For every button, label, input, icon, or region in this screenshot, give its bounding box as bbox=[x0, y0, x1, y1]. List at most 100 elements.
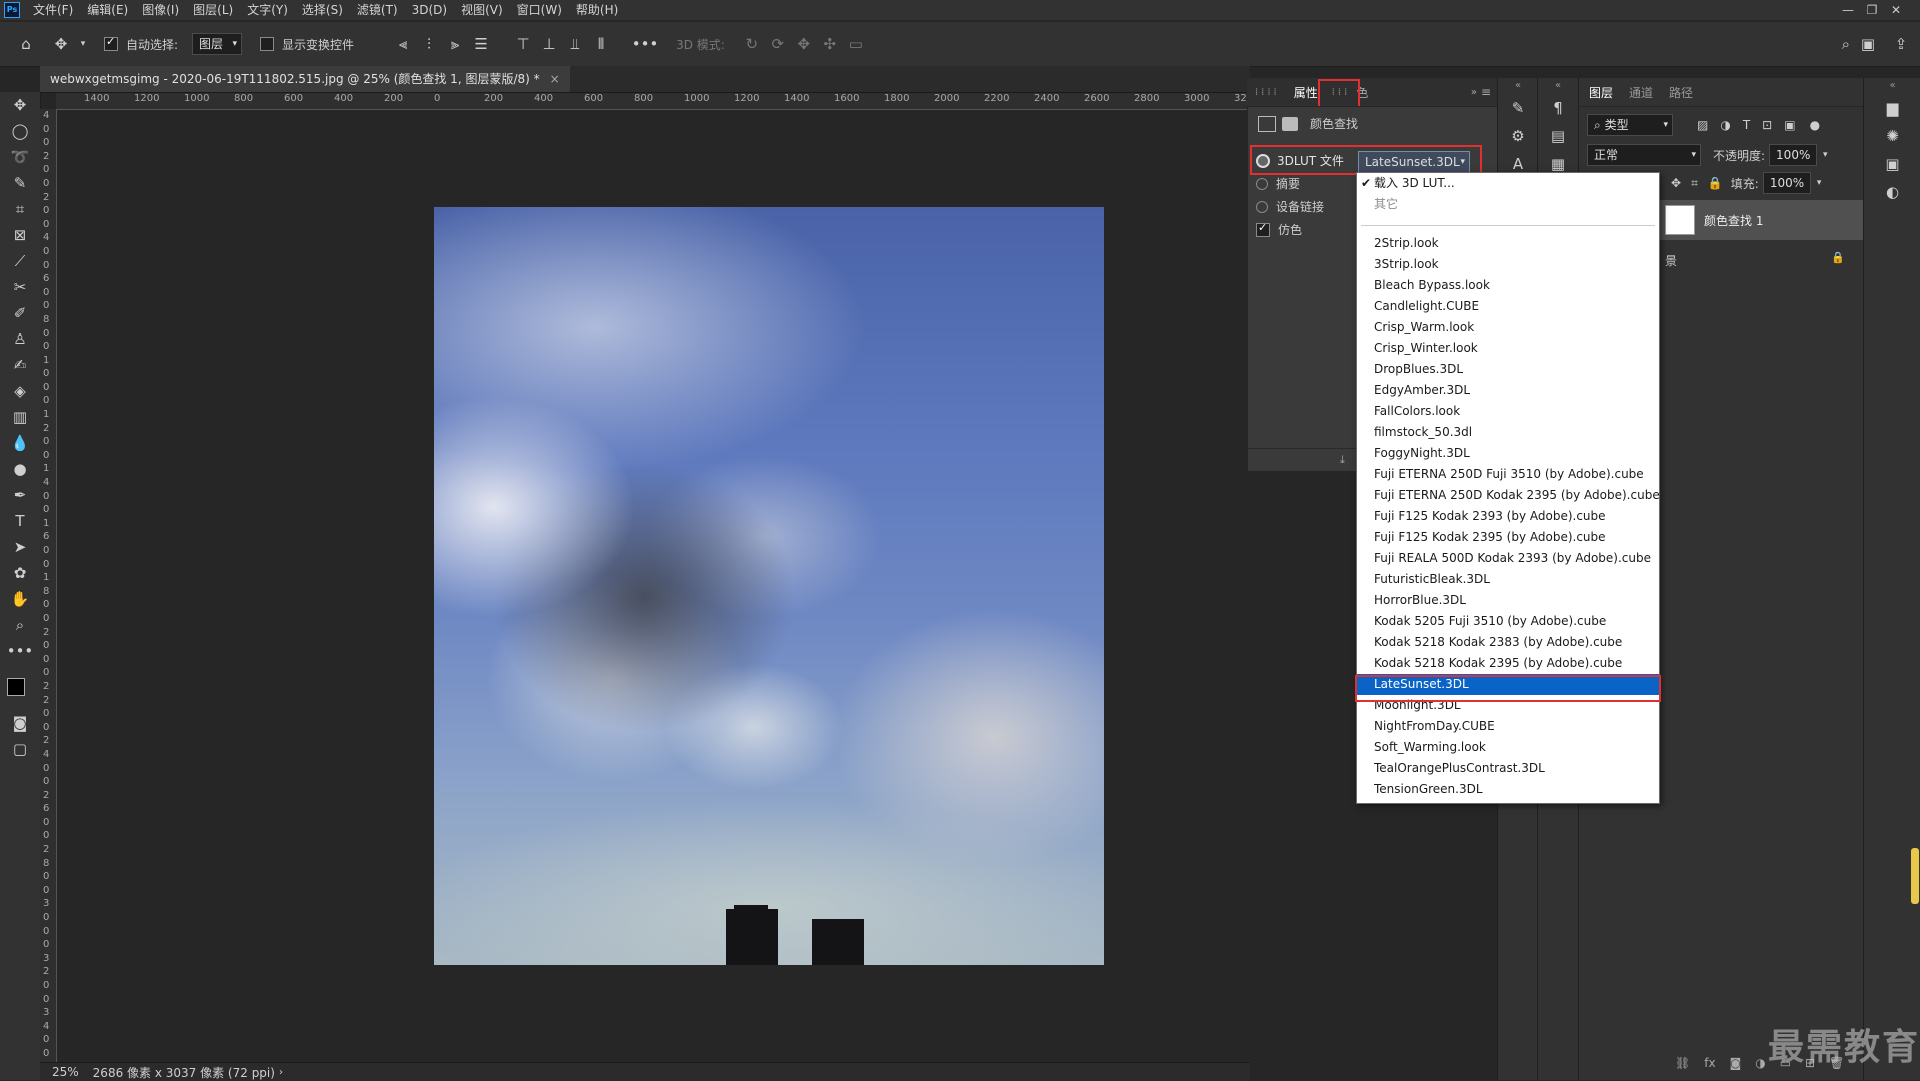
dropdown-item-load[interactable]: ✔ 载入 3D LUT... bbox=[1357, 173, 1659, 194]
3d-camera-icon[interactable]: ▭ bbox=[843, 35, 869, 53]
lock-artboard-icon[interactable]: ⌗ bbox=[1691, 176, 1698, 191]
align-top-icon[interactable]: ⊤ bbox=[510, 35, 536, 53]
menu-select[interactable]: 选择(S) bbox=[295, 0, 350, 20]
dropdown-item-lut[interactable]: FallColors.look bbox=[1357, 401, 1659, 422]
menu-edit[interactable]: 编辑(E) bbox=[80, 0, 135, 20]
chevron-down-icon[interactable]: ▾ bbox=[1823, 150, 1828, 160]
align-middle-icon[interactable]: ⊥ bbox=[536, 35, 562, 53]
chevron-down-icon[interactable]: ▾ bbox=[1817, 178, 1822, 188]
chevron-right-icon[interactable]: › bbox=[279, 1067, 283, 1078]
dropdown-item-lut[interactable]: 2Strip.look bbox=[1357, 233, 1659, 254]
menu-layer[interactable]: 图层(L) bbox=[186, 0, 240, 20]
color-icon[interactable]: ◐ bbox=[1864, 178, 1920, 206]
3d-pan-icon[interactable]: ✥ bbox=[791, 35, 817, 53]
filter-type-icon[interactable]: T bbox=[1743, 118, 1750, 132]
fill-input[interactable]: 100% bbox=[1762, 172, 1811, 194]
brush-settings-icon[interactable]: ✎ bbox=[1498, 94, 1538, 122]
scrollbar-thumb[interactable] bbox=[1911, 848, 1919, 904]
dropdown-item-lut[interactable]: Crisp_Warm.look bbox=[1357, 317, 1659, 338]
workspace-icon[interactable]: ▣ bbox=[1850, 35, 1886, 53]
filter-toggle-icon[interactable]: ● bbox=[1810, 118, 1820, 132]
tab-channels[interactable]: 通道 bbox=[1629, 84, 1653, 101]
dropdown-item-lut[interactable]: filmstock_50.3dl bbox=[1357, 422, 1659, 443]
menu-image[interactable]: 图像(I) bbox=[135, 0, 186, 20]
zoom-level[interactable]: 25% bbox=[52, 1065, 79, 1079]
menu-file[interactable]: 文件(F) bbox=[26, 0, 80, 20]
libraries-icon[interactable]: ▤ bbox=[1538, 122, 1578, 150]
menu-filter[interactable]: 滤镜(T) bbox=[350, 0, 405, 20]
add-mask-icon[interactable]: ◙ bbox=[1730, 1056, 1742, 1070]
dropdown-item-lut[interactable]: FoggyNight.3DL bbox=[1357, 443, 1659, 464]
type-tool-icon[interactable]: T bbox=[0, 508, 40, 534]
abstract-radio[interactable] bbox=[1256, 177, 1268, 190]
mask-icon[interactable] bbox=[1282, 116, 1298, 131]
auto-select-checkbox[interactable] bbox=[104, 35, 118, 51]
dropdown-item-lut[interactable]: 3Strip.look bbox=[1357, 254, 1659, 275]
tab-layers[interactable]: 图层 bbox=[1589, 84, 1613, 101]
device-link-radio[interactable] bbox=[1256, 200, 1268, 213]
lasso-tool-icon[interactable]: ➰ bbox=[0, 144, 40, 170]
screen-mode-icon[interactable]: ▢ bbox=[0, 736, 40, 762]
lock-all-icon[interactable]: 🔒 bbox=[1708, 176, 1723, 190]
restore-button[interactable]: ❐ bbox=[1860, 0, 1884, 20]
dropdown-item-lut[interactable]: Fuji ETERNA 250D Fuji 3510 (by Adobe).cu… bbox=[1357, 464, 1659, 485]
close-window-button[interactable]: ✕ bbox=[1884, 0, 1908, 20]
dropdown-item-lut[interactable]: Fuji REALA 500D Kodak 2393 (by Adobe).cu… bbox=[1357, 548, 1659, 569]
color-swatches[interactable] bbox=[0, 664, 40, 710]
dropdown-item-lut[interactable]: FuturisticBleak.3DL bbox=[1357, 569, 1659, 590]
brush-tool-icon[interactable]: ✐ bbox=[0, 300, 40, 326]
dropdown-item-lut[interactable]: Fuji F125 Kodak 2395 (by Adobe).cube bbox=[1357, 527, 1659, 548]
shape-tool-icon[interactable]: ✿ bbox=[0, 560, 40, 586]
crop-tool-icon[interactable]: ⌗ bbox=[0, 196, 40, 222]
collapse-dock-icon[interactable]: « bbox=[1864, 78, 1920, 94]
menu-window[interactable]: 窗口(W) bbox=[510, 0, 569, 20]
adjustments-icon[interactable]: ⚙ bbox=[1498, 122, 1538, 150]
3d-roll-icon[interactable]: ⟳ bbox=[765, 35, 791, 53]
dropdown-item-lut[interactable]: Kodak 5218 Kodak 2395 (by Adobe).cube bbox=[1357, 653, 1659, 674]
dropdown-item-lut[interactable]: HorrorBlue.3DL bbox=[1357, 590, 1659, 611]
lock-position-icon[interactable]: ✥ bbox=[1671, 176, 1681, 190]
foreground-color-swatch[interactable] bbox=[7, 678, 25, 696]
info-icon[interactable]: ▣ bbox=[1864, 150, 1920, 178]
collapse-dock-icon[interactable]: « bbox=[1498, 78, 1538, 94]
distribute-vertical-icon[interactable]: ⦀ bbox=[588, 35, 614, 53]
dodge-tool-icon[interactable]: ● bbox=[0, 456, 40, 482]
distribute-icon[interactable]: ☰ bbox=[468, 35, 494, 53]
align-center-icon[interactable]: ⫶ bbox=[416, 35, 442, 53]
pen-tool-icon[interactable]: ✒ bbox=[0, 482, 40, 508]
align-left-icon[interactable]: ⫷ bbox=[390, 35, 416, 53]
collapse-dock-icon[interactable]: « bbox=[1538, 78, 1578, 94]
align-right-icon[interactable]: ⫸ bbox=[442, 35, 468, 53]
gradient-tool-icon[interactable]: ▥ bbox=[0, 404, 40, 430]
minimize-button[interactable]: — bbox=[1836, 0, 1860, 20]
menu-3d[interactable]: 3D(D) bbox=[405, 0, 454, 20]
close-tab-icon[interactable]: × bbox=[550, 66, 560, 92]
dropdown-item-lut[interactable]: TensionGreen.3DL bbox=[1357, 779, 1659, 800]
zoom-tool-icon[interactable]: ⌕ bbox=[0, 612, 40, 638]
menu-help[interactable]: 帮助(H) bbox=[569, 0, 625, 20]
document-tab[interactable]: webwxgetmsgimg - 2020-06-19T111802.515.j… bbox=[40, 66, 570, 92]
blend-mode-dropdown[interactable]: 正常 ▾ bbox=[1587, 144, 1701, 166]
quick-select-tool-icon[interactable]: ✎ bbox=[0, 170, 40, 196]
history-brush-icon[interactable]: ✍ bbox=[0, 352, 40, 378]
collapse-panel-icon[interactable]: » bbox=[1471, 87, 1477, 98]
navigator-icon[interactable]: ✺ bbox=[1864, 122, 1920, 150]
share-icon[interactable]: ⇪ bbox=[1886, 35, 1916, 53]
dropdown-item-lut[interactable]: NightFromDay.CUBE bbox=[1357, 716, 1659, 737]
move-tool-icon[interactable]: ✥ bbox=[0, 92, 40, 118]
dropdown-item-lut[interactable]: Fuji ETERNA 250D Kodak 2395 (by Adobe).c… bbox=[1357, 485, 1660, 506]
more-options-icon[interactable]: ••• bbox=[630, 35, 660, 53]
histogram-icon[interactable]: ▆ bbox=[1864, 94, 1920, 122]
filter-pixel-icon[interactable]: ▨ bbox=[1697, 118, 1708, 132]
filter-adjust-icon[interactable]: ◑ bbox=[1720, 118, 1730, 132]
3d-slide-icon[interactable]: ✣ bbox=[817, 35, 843, 53]
more-tools-icon[interactable]: ••• bbox=[0, 638, 40, 664]
dropdown-item-lut[interactable]: TealOrangePlusContrast.3DL bbox=[1357, 758, 1659, 779]
clip-to-layer-icon[interactable]: ⤓ bbox=[1340, 453, 1345, 467]
home-icon[interactable]: ⌂ bbox=[6, 35, 46, 53]
dropdown-item-lut[interactable]: Kodak 5205 Fuji 3510 (by Adobe).cube bbox=[1357, 611, 1659, 632]
frame-tool-icon[interactable]: ⊠ bbox=[0, 222, 40, 248]
path-select-tool-icon[interactable]: ➤ bbox=[0, 534, 40, 560]
dropdown-item-lut[interactable]: Crisp_Winter.look bbox=[1357, 338, 1659, 359]
paragraph-icon[interactable]: ¶ bbox=[1538, 94, 1578, 122]
